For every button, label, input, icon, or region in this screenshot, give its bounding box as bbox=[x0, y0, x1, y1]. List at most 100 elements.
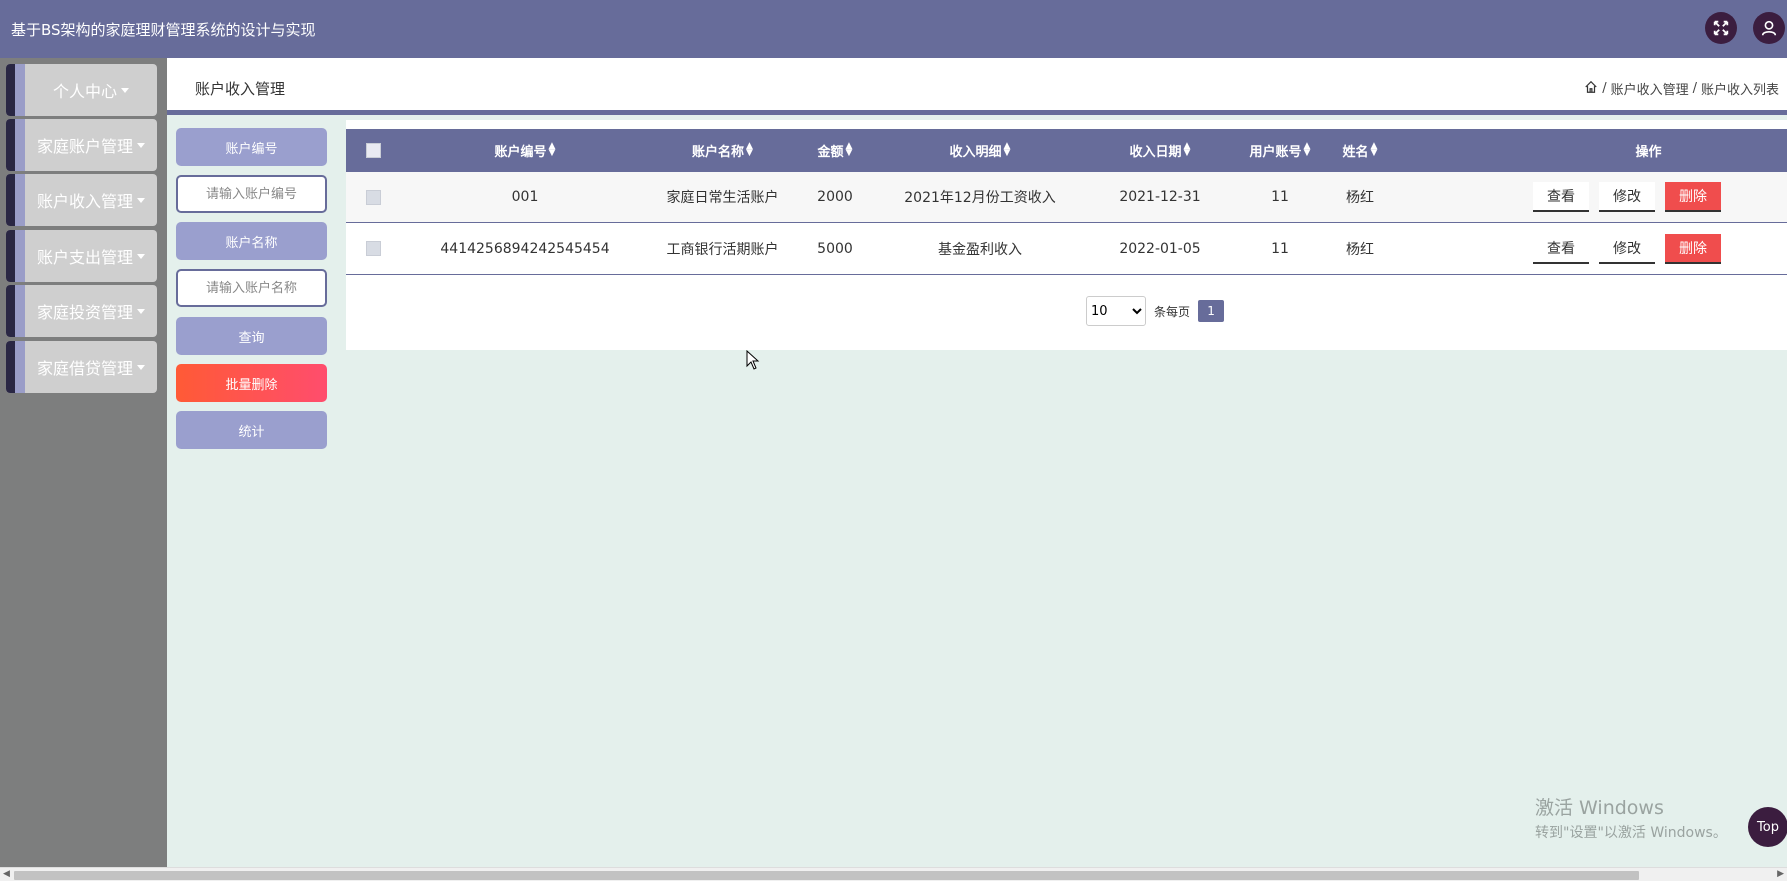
menu-accent bbox=[6, 119, 15, 171]
cell-account-no: 4414256894242545454 bbox=[440, 240, 610, 257]
row-checkbox[interactable] bbox=[365, 189, 381, 205]
menu-accent bbox=[15, 119, 25, 171]
menu-accent bbox=[6, 285, 15, 337]
table-row: 001 家庭日常生活账户 2000 2021年12月份工资收入 2021-12-… bbox=[346, 171, 1787, 223]
home-icon[interactable] bbox=[1584, 80, 1598, 98]
col-date[interactable]: 收入日期 ▲ ▼ bbox=[1085, 129, 1235, 171]
sort-icon: ▲ ▼ bbox=[548, 141, 556, 158]
main-content: 账户编号 ▲ ▼ 账户名称 ▲ ▼ 金额 ▲ ▼ 收入明细 ▲ ▼ 收入日期 ▲ ▼ 用户账号 ▲ ▼ … bbox=[346, 120, 1787, 350]
menu-accent bbox=[15, 174, 25, 226]
col-name[interactable]: 姓名 ▲ ▼ bbox=[1325, 129, 1395, 171]
row-checkbox[interactable] bbox=[365, 241, 381, 256]
cell-user-account: 11 bbox=[1271, 240, 1289, 257]
cell-detail: 2021年12月份工资收入 bbox=[904, 190, 1056, 206]
sort-icon: ▲ ▼ bbox=[1003, 141, 1011, 158]
scroll-left-icon[interactable]: ◀ bbox=[3, 869, 10, 879]
sort-icon: ▲ ▼ bbox=[845, 141, 853, 158]
cell-date: 2022-01-05 bbox=[1119, 240, 1201, 257]
caret-down-icon bbox=[137, 197, 145, 203]
caret-down-icon bbox=[137, 253, 145, 259]
cell-amount: 2000 bbox=[817, 189, 853, 205]
page-size-select[interactable]: 10 bbox=[1086, 296, 1146, 326]
menu-accent bbox=[6, 174, 15, 226]
user-icon[interactable] bbox=[1753, 12, 1785, 44]
row-actions: 查看 修改 删除 bbox=[1533, 172, 1765, 222]
cell-date: 2021-12-31 bbox=[1119, 189, 1201, 205]
col-user-account[interactable]: 用户账号 ▲ ▼ bbox=[1235, 129, 1325, 171]
sidebar-item-label: 家庭投资管理 bbox=[36, 303, 133, 322]
page-title: 账户收入管理 bbox=[195, 80, 286, 98]
cell-detail: 基金盈利收入 bbox=[938, 241, 1022, 258]
col-detail[interactable]: 收入明细 ▲ ▼ bbox=[875, 129, 1085, 171]
sidebar-item-expense[interactable]: 账户支出管理 bbox=[6, 230, 157, 282]
delete-button[interactable]: 删除 bbox=[1665, 182, 1721, 212]
sort-icon: ▲ ▼ bbox=[1183, 141, 1191, 158]
horizontal-scrollbar[interactable]: ◀ ▶ bbox=[0, 867, 1787, 881]
breadcrumb: / 账户收入管理 / 账户收入列表 bbox=[1584, 79, 1779, 98]
cell-account-no: 001 bbox=[511, 189, 539, 205]
sidebar-item-label: 账户支出管理 bbox=[36, 248, 133, 267]
sidebar-item-label: 个人中心 bbox=[52, 82, 117, 101]
row-actions: 查看 修改 删除 bbox=[1533, 223, 1765, 274]
watermark-subtitle: 转到"设置"以激活 Windows。 bbox=[1535, 825, 1727, 841]
expand-icon[interactable] bbox=[1705, 12, 1737, 44]
cell-account-name: 家庭日常生活账户 bbox=[666, 190, 779, 206]
col-actions: 操作 bbox=[1635, 144, 1662, 160]
stats-button[interactable]: 统计 bbox=[176, 411, 327, 449]
sidebar-item-label: 家庭借贷管理 bbox=[36, 359, 133, 378]
income-table: 账户编号 ▲ ▼ 账户名称 ▲ ▼ 金额 ▲ ▼ 收入明细 ▲ ▼ 收入日期 ▲ ▼ 用户账号 ▲ ▼ … bbox=[346, 129, 1787, 275]
pagination: 10 条每页 1 bbox=[1086, 296, 1225, 326]
sidebar: 个人中心 家庭账户管理 账户收入管理 账户支出管理 家庭投资管理 家庭借贷管理 bbox=[0, 58, 167, 867]
delete-button[interactable]: 删除 bbox=[1665, 233, 1721, 264]
menu-accent bbox=[15, 64, 25, 116]
sidebar-item-label: 账户收入管理 bbox=[36, 192, 133, 211]
breadcrumb-item[interactable]: 账户收入管理 bbox=[1611, 79, 1689, 98]
sidebar-item-investment[interactable]: 家庭投资管理 bbox=[6, 285, 157, 337]
view-button[interactable]: 查看 bbox=[1533, 233, 1589, 264]
sidebar-item-label: 家庭账户管理 bbox=[36, 137, 133, 156]
page-header: 账户收入管理 / 账户收入管理 / 账户收入列表 bbox=[167, 58, 1787, 115]
back-to-top-button[interactable]: Top bbox=[1748, 807, 1787, 847]
breadcrumb-separator: / bbox=[1602, 81, 1607, 96]
account-name-input[interactable] bbox=[176, 269, 327, 307]
col-amount[interactable]: 金额 ▲ ▼ bbox=[795, 129, 875, 171]
edit-button[interactable]: 修改 bbox=[1599, 182, 1655, 212]
table-header: 账户编号 ▲ ▼ 账户名称 ▲ ▼ 金额 ▲ ▼ 收入明细 ▲ ▼ 收入日期 ▲ ▼ 用户账号 ▲ ▼ … bbox=[346, 129, 1787, 171]
mouse-cursor-icon bbox=[746, 350, 760, 370]
app-title: 基于BS架构的家庭理财管理系统的设计与实现 bbox=[11, 21, 316, 39]
cell-user-account: 11 bbox=[1271, 189, 1289, 205]
caret-down-icon bbox=[137, 308, 145, 314]
cell-name: 杨红 bbox=[1346, 241, 1374, 258]
scroll-right-icon[interactable]: ▶ bbox=[1777, 869, 1784, 879]
account-name-label: 账户名称 bbox=[176, 222, 327, 260]
table-row: 4414256894242545454 工商银行活期账户 5000 基金盈利收入… bbox=[346, 223, 1787, 275]
breadcrumb-separator: / bbox=[1692, 81, 1697, 96]
select-all-checkbox[interactable] bbox=[365, 142, 381, 158]
breadcrumb-item: 账户收入列表 bbox=[1700, 83, 1779, 98]
caret-down-icon bbox=[121, 87, 129, 93]
cell-name: 杨红 bbox=[1346, 190, 1374, 206]
scrollbar-thumb[interactable] bbox=[14, 871, 1639, 880]
sort-icon: ▲ ▼ bbox=[1303, 141, 1311, 158]
account-no-input[interactable] bbox=[176, 175, 327, 213]
sidebar-item-personal-center[interactable]: 个人中心 bbox=[6, 64, 157, 116]
sidebar-item-loan[interactable]: 家庭借贷管理 bbox=[6, 341, 157, 393]
watermark-title: 激活 Windows bbox=[1535, 797, 1664, 819]
per-page-label: 条每页 bbox=[1154, 304, 1191, 319]
col-account-name[interactable]: 账户名称 ▲ ▼ bbox=[650, 129, 795, 171]
cell-amount: 5000 bbox=[817, 240, 853, 257]
page-button-1[interactable]: 1 bbox=[1198, 300, 1225, 322]
col-account-no[interactable]: 账户编号 ▲ ▼ bbox=[400, 129, 650, 171]
menu-accent bbox=[15, 285, 25, 337]
menu-accent bbox=[6, 230, 15, 282]
windows-watermark: 激活 Windows 转到"设置"以激活 Windows。 bbox=[1535, 793, 1727, 842]
sidebar-item-family-account[interactable]: 家庭账户管理 bbox=[6, 119, 157, 171]
query-button[interactable]: 查询 bbox=[176, 317, 327, 355]
view-button[interactable]: 查看 bbox=[1533, 182, 1589, 212]
batch-delete-button[interactable]: 批量删除 bbox=[176, 364, 327, 402]
sidebar-item-income[interactable]: 账户收入管理 bbox=[6, 174, 157, 226]
caret-down-icon bbox=[137, 364, 145, 370]
sort-icon: ▲ ▼ bbox=[746, 141, 753, 158]
edit-button[interactable]: 修改 bbox=[1599, 233, 1655, 264]
menu-accent bbox=[15, 230, 25, 282]
